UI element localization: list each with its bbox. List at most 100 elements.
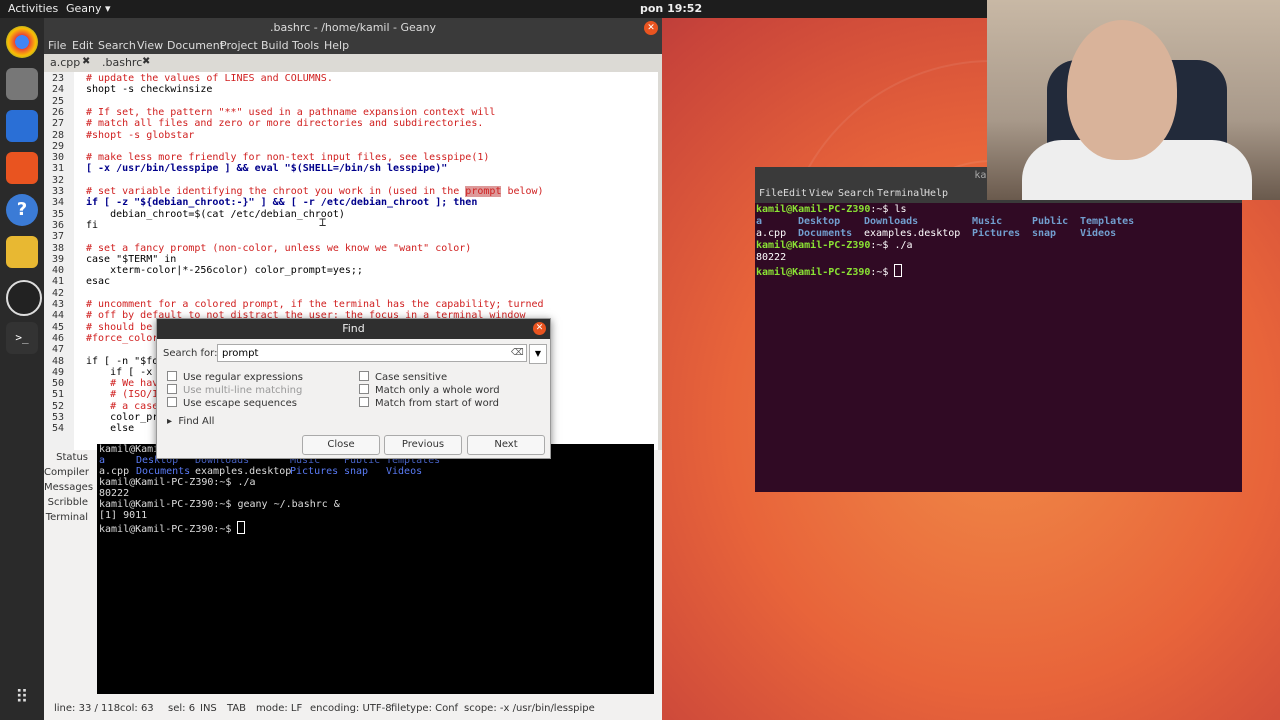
line-number: 40 (52, 265, 65, 277)
terminal-cursor (894, 264, 903, 277)
geany-icon[interactable] (6, 236, 38, 268)
code-line: esac (86, 276, 111, 288)
line-number: 31 (52, 163, 65, 175)
search-for-label: Search for: (163, 348, 218, 359)
code-line: #shopt -s globstar (86, 129, 195, 141)
find-dialog-title: Find (157, 319, 550, 339)
menu-edit[interactable]: Edit (783, 188, 807, 199)
line-number: 24 (52, 84, 65, 96)
menu-help[interactable]: Help (324, 39, 349, 52)
terminal-line: a Desktop Downloads Music Public Templates (99, 455, 441, 466)
line-number: 49 (52, 366, 65, 378)
code-line: # update the values of LINES and COLUMNS… (86, 73, 333, 84)
close-icon[interactable]: ✕ (533, 322, 546, 335)
menu-file[interactable]: File (759, 188, 783, 199)
code-line: # match all files and zero or more direc… (86, 118, 484, 130)
window-title: .bashrc - /home/kamil - Geany (44, 18, 662, 38)
menu-search[interactable]: Search (838, 188, 874, 199)
terminal-cursor (237, 521, 246, 534)
close-icon[interactable]: ✕ (644, 21, 658, 35)
menu-tools[interactable]: Tools (292, 39, 319, 52)
chevron-down-icon[interactable]: ▼ (529, 344, 547, 364)
line-number: 37 (52, 231, 65, 243)
checkbox-whole-word[interactable]: Match only a whole word (359, 384, 500, 396)
embedded-terminal[interactable]: kamil@Kamil a Desktop Downloads Music Public… (97, 444, 654, 694)
tab-status[interactable]: Status (44, 452, 96, 463)
writer-icon[interactable] (6, 110, 38, 142)
line-number: 34 (52, 197, 65, 209)
terminal-line: a.cpp Documents examples.desktop Pictures sn… (99, 466, 423, 477)
line-number: 29 (52, 140, 65, 152)
close-button[interactable]: Close (302, 435, 380, 455)
menu-file[interactable]: File (48, 39, 66, 52)
tab-terminal[interactable]: Terminal (44, 512, 96, 523)
line-number: 28 (52, 129, 65, 141)
line-number: 43 (52, 299, 65, 310)
line-number: 53 (52, 412, 65, 423)
menu-help[interactable]: Help (924, 188, 948, 199)
line-number: 46 (52, 332, 65, 344)
obs-icon[interactable] (6, 280, 42, 316)
line-number: 27 (52, 118, 65, 130)
previous-button[interactable]: Previous (384, 435, 462, 455)
next-button[interactable]: Next (467, 435, 545, 455)
line-number: 35 (52, 208, 65, 220)
status-col: col: 63 (120, 703, 154, 714)
line-number: 23 (52, 73, 65, 84)
terminal-line: a Desktop Downloads Music Public Templates (756, 216, 1135, 227)
menu-document[interactable]: Document (167, 39, 224, 52)
app-menu[interactable]: Geany ▾ (66, 2, 111, 15)
tab-scribble[interactable]: Scribble (44, 497, 96, 508)
chrome-icon[interactable] (6, 26, 38, 58)
person-face (1067, 20, 1177, 160)
checkbox-case-sensitive[interactable]: Case sensitive (359, 371, 447, 383)
line-number: 38 (52, 242, 65, 254)
terminal-window: kamil@Ka File Edit View Search Terminal … (755, 167, 1242, 492)
status-ins: INS (200, 703, 217, 714)
checkbox-start-of-word[interactable]: Match from start of word (359, 397, 499, 409)
line-number: 48 (52, 355, 65, 367)
menu-view[interactable]: View (809, 188, 833, 199)
tab-messages[interactable]: Messages (44, 482, 96, 493)
status-scope: scope: -x /usr/bin/lesspipe (464, 703, 595, 714)
search-match-highlight: prompt (465, 186, 502, 197)
tab-a-cpp[interactable]: a.cpp (50, 56, 80, 69)
tab-bashrc[interactable]: .bashrc (102, 56, 142, 69)
close-tab-icon[interactable]: ✖ (142, 56, 150, 67)
code-line: if [ -z "${debian_chroot:-}" ] && [ -r /… (86, 197, 478, 209)
show-apps-icon[interactable]: ⠿ (6, 682, 38, 714)
menu-project[interactable]: Project (220, 39, 258, 52)
menu-terminal[interactable]: Terminal (877, 188, 925, 199)
menu-view[interactable]: View (137, 39, 163, 52)
search-input[interactable] (217, 344, 527, 362)
terminal-line: [1] 9011 (99, 510, 148, 521)
line-number: 39 (52, 253, 65, 265)
terminal-line: kamil@Kamil-PC-Z390:~$ geany ~/.bashrc & (99, 499, 340, 510)
menu-search[interactable]: Search (98, 39, 136, 52)
status-encoding: encoding: UTF-8 (310, 703, 392, 714)
files-icon[interactable] (6, 68, 38, 100)
clock[interactable]: pon 19:52 (640, 2, 702, 15)
dock: ? >_ ⠿ (0, 18, 44, 720)
code-line: xterm-color|*-256color) color_prompt=yes… (86, 265, 363, 277)
find-all-expander[interactable]: ▸ Find All (167, 416, 214, 427)
code-line: shopt -s checkwinsize (86, 84, 213, 96)
close-tab-icon[interactable]: ✖ (82, 56, 90, 67)
tab-compiler[interactable]: Compiler (44, 467, 96, 478)
menu-edit[interactable]: Edit (72, 39, 93, 52)
software-icon[interactable] (6, 152, 38, 184)
clear-icon[interactable]: ⌫ (511, 348, 524, 358)
line-gutter: 23 24 25 26 27 28 29 30 31 32 33 34 35 36 37 38 39 40 41 42… (44, 72, 74, 450)
menu-build[interactable]: Build (261, 39, 289, 52)
terminal-icon[interactable]: >_ (6, 322, 38, 354)
help-icon[interactable]: ? (6, 194, 38, 226)
checkbox-escape[interactable]: Use escape sequences (167, 397, 297, 409)
checkbox-regex[interactable]: Use regular expressions (167, 371, 303, 383)
editor-scrollbar[interactable] (658, 72, 662, 450)
find-dialog: Find ✕ Search for: ⌫ ▼ Use regular expre… (156, 318, 551, 459)
line-number: 30 (52, 152, 65, 164)
line-number: 52 (52, 400, 65, 412)
code-line: [ -x /usr/bin/lesspipe ] && eval "$(SHEL… (86, 163, 448, 175)
activities-button[interactable]: Activities (8, 2, 58, 15)
terminal-line: kamil@Kamil-PC-Z390:~$ (99, 521, 246, 535)
